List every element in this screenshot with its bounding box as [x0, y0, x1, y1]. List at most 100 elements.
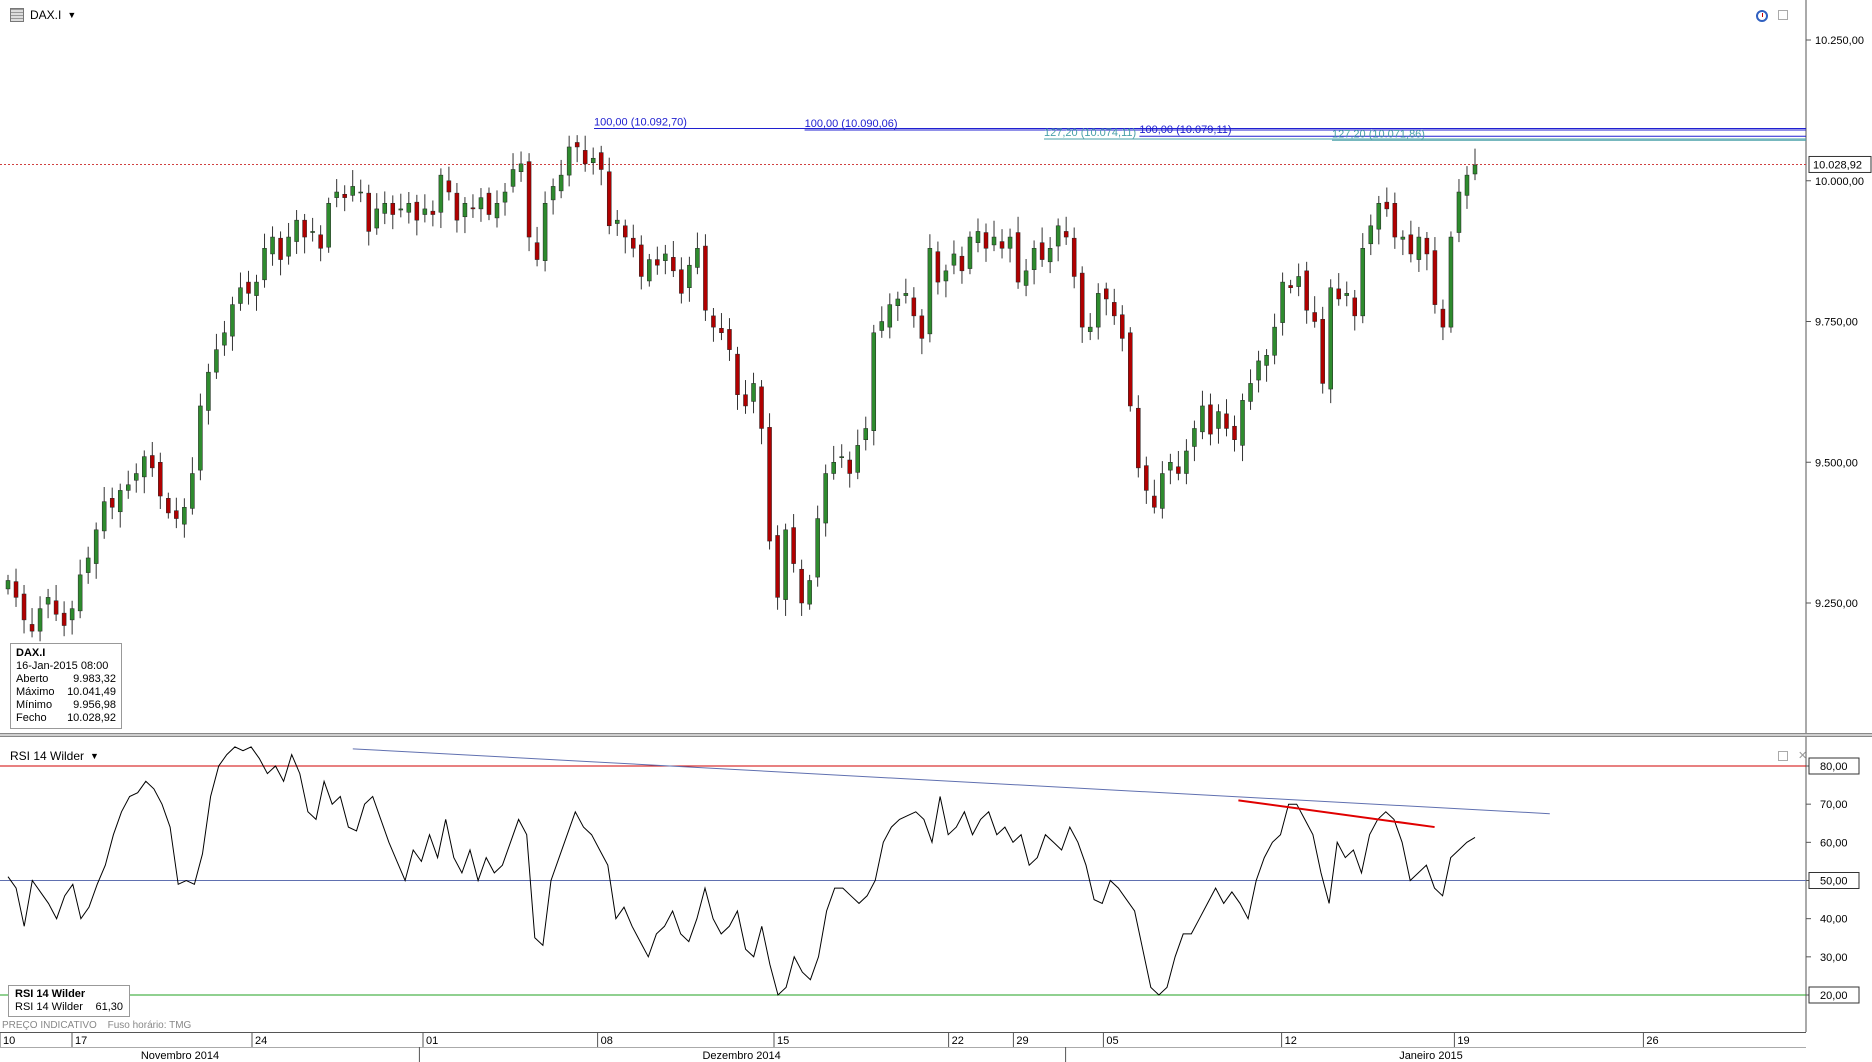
candle-body — [759, 386, 764, 429]
candle-body — [326, 203, 331, 248]
candle-body — [414, 201, 420, 221]
candle-body — [1432, 250, 1438, 305]
rsi-line — [7, 746, 1476, 996]
candle-body — [1031, 248, 1037, 270]
clock-icon[interactable] — [1756, 10, 1768, 22]
candle-body — [815, 518, 820, 578]
chevron-down-icon[interactable]: ▼ — [90, 751, 99, 761]
candle-body — [214, 349, 219, 373]
candle-body — [61, 612, 67, 626]
rsi-info-box: RSI 14 Wilder RSI 14 Wilder 61,30 — [8, 985, 130, 1017]
candle-body — [959, 255, 965, 272]
candle-body — [29, 624, 35, 632]
info-value: 9.983,32 — [73, 673, 116, 685]
candle-body — [1408, 234, 1414, 255]
symbol-selector[interactable]: DAX.I ▼ — [10, 8, 76, 22]
candle-body — [566, 146, 572, 176]
candle-body — [230, 304, 235, 337]
candle-body — [679, 269, 684, 294]
candle-body — [1352, 297, 1358, 317]
candle-body — [735, 353, 740, 395]
candle-body — [991, 236, 997, 246]
price-y-tick-label: 10.250,00 — [1815, 35, 1864, 47]
candle-body — [125, 484, 131, 491]
rsi-box-value: 61,30 — [95, 1001, 123, 1013]
candle-body — [791, 527, 796, 564]
candle-body — [101, 501, 107, 532]
candle-body — [895, 298, 901, 306]
restore-window-icon[interactable] — [1778, 10, 1788, 20]
price-panel[interactable]: 9.250,00 9.500,00 9.750,00 10.000,00 10.250,… — [0, 0, 1872, 735]
candle-body — [454, 192, 460, 221]
info-datetime: 16-Jan-2015 08:00 — [16, 660, 109, 672]
candle-body — [1216, 411, 1221, 429]
candle-body — [1384, 201, 1390, 210]
candle-body — [117, 490, 123, 513]
candle-body — [262, 248, 267, 281]
candle-body — [1360, 248, 1366, 317]
day-tick-label: 29 — [1016, 1035, 1028, 1047]
ohlc-info-box: DAX.I 16-Jan-2015 08:00 Aberto 9.983,32 M… — [10, 643, 122, 729]
candle-body — [1184, 450, 1189, 474]
candle-body — [1288, 285, 1293, 288]
candle-body — [1144, 465, 1149, 491]
rsi-chart[interactable]: 20,0030,0040,0050,0060,0070,0080,0080,00… — [0, 737, 1872, 1032]
candle-body — [1007, 236, 1013, 249]
chevron-down-icon[interactable]: ▼ — [67, 10, 76, 20]
candle-body — [534, 242, 540, 260]
month-label: Dezembro 2014 — [702, 1050, 780, 1062]
candle-body — [1136, 407, 1141, 469]
rsi-header-label: RSI 14 Wilder — [10, 749, 85, 763]
info-label: Aberto — [16, 673, 49, 685]
candle-body — [727, 329, 732, 350]
candle-body — [831, 462, 836, 474]
candle-body — [671, 257, 676, 272]
month-label: Janeiro 2015 — [1399, 1050, 1463, 1062]
candle-body — [935, 251, 941, 283]
day-tick-label: 22 — [952, 1035, 964, 1047]
indicator-selector[interactable]: RSI 14 Wilder ▼ — [10, 749, 99, 763]
candle-body — [446, 180, 452, 193]
candle-body — [1312, 312, 1317, 322]
time-axis-svg: 10 17 24 01 08 15 22 29 05 12 19 26 Novembro 2014 Dez… — [0, 1032, 1806, 1062]
candle-body — [967, 236, 973, 269]
candle-body — [494, 203, 500, 219]
candle-body — [422, 208, 428, 215]
candle-body — [943, 270, 949, 282]
candle-body — [1304, 270, 1309, 311]
candle-body — [1400, 236, 1406, 240]
price-y-tick-label: 9.750,00 — [1815, 317, 1858, 329]
day-tick-label: 26 — [1646, 1035, 1658, 1047]
candle-body — [85, 557, 91, 573]
day-tick-label: 24 — [255, 1035, 267, 1047]
candle-body — [5, 580, 11, 590]
rsi-box-label: RSI 14 Wilder — [15, 1001, 83, 1013]
candle-body — [1120, 314, 1125, 339]
candle-body — [1023, 270, 1029, 286]
candle-body — [1071, 237, 1077, 277]
last-price-label: 10.028,92 — [1813, 159, 1862, 171]
candle-body — [1095, 293, 1101, 328]
close-icon[interactable]: ✕ — [1798, 751, 1807, 762]
rsi-level-label: 80,00 — [1820, 761, 1848, 773]
candle-body — [927, 248, 933, 335]
candle-body — [614, 219, 620, 224]
candle-body — [542, 203, 548, 261]
candle-body — [190, 473, 195, 509]
restore-window-icon[interactable] — [1778, 751, 1788, 761]
candle-body — [879, 321, 885, 331]
candle-body — [911, 297, 917, 317]
rsi-y-tick-label: 30,00 — [1820, 952, 1848, 964]
candle-body — [1456, 191, 1462, 233]
info-label: Máximo — [16, 686, 55, 698]
price-chart[interactable]: 9.250,00 9.500,00 9.750,00 10.000,00 10.250,… — [0, 0, 1872, 735]
candle-body — [1200, 405, 1205, 433]
rsi-panel[interactable]: 20,0030,0040,0050,0060,0070,0080,0080,00… — [0, 737, 1872, 1032]
fib-level-label: 127,20 (10.074,11) — [1044, 127, 1136, 139]
candle-body — [37, 608, 43, 632]
candle-body — [1160, 473, 1165, 509]
candle-body — [438, 174, 444, 213]
candle-body — [358, 191, 363, 194]
candle-body — [254, 281, 259, 296]
candle-body — [799, 568, 804, 604]
